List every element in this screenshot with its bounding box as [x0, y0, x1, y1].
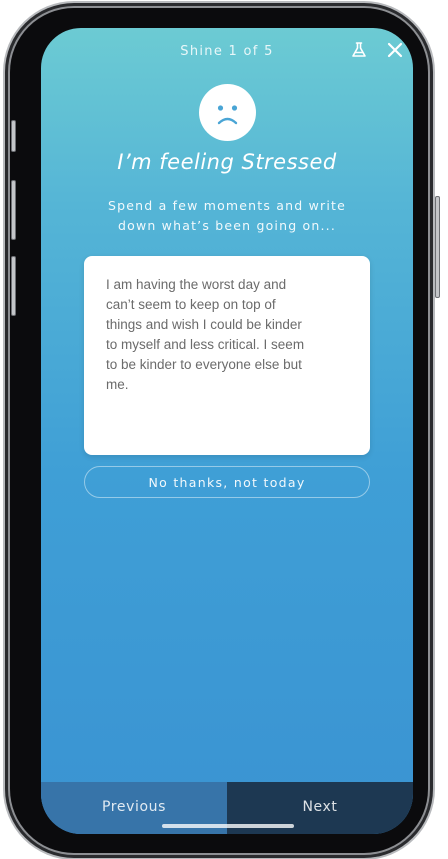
- journal-text-line: to be kinder to everyone else but: [106, 357, 302, 372]
- prompt-text-line-2: down what’s been going on...: [117, 218, 337, 233]
- close-icon: [387, 42, 403, 58]
- flask-icon: [352, 42, 366, 57]
- prompt-text-line-1: Spend a few moments and write: [107, 198, 347, 213]
- close-button[interactable]: [383, 38, 407, 62]
- home-indicator[interactable]: [162, 824, 294, 828]
- volume-up-button: [11, 180, 16, 240]
- journal-text-area[interactable]: I am having the worst day and can’t seem…: [84, 256, 370, 455]
- mood-title: I’m feeling Stressed: [117, 150, 337, 174]
- skip-button[interactable]: No thanks, not today: [84, 466, 370, 498]
- power-button: [435, 196, 440, 298]
- journal-text-line: to myself and less critical. I seem: [106, 337, 305, 352]
- journal-text-line: I am having the worst day and: [106, 277, 287, 292]
- sad-face-icon: [199, 84, 256, 141]
- journal-text-line: can’t seem to keep on top of: [106, 297, 276, 312]
- journal-text-line: me.: [106, 377, 129, 392]
- volume-down-button: [11, 256, 16, 316]
- silent-switch: [11, 120, 16, 152]
- flask-button[interactable]: [347, 38, 371, 62]
- journal-text-line: things and wish I could be kinder: [106, 317, 302, 332]
- app-screen: Shine 1 of 5 I’m feeling Stressed Spend …: [41, 28, 413, 834]
